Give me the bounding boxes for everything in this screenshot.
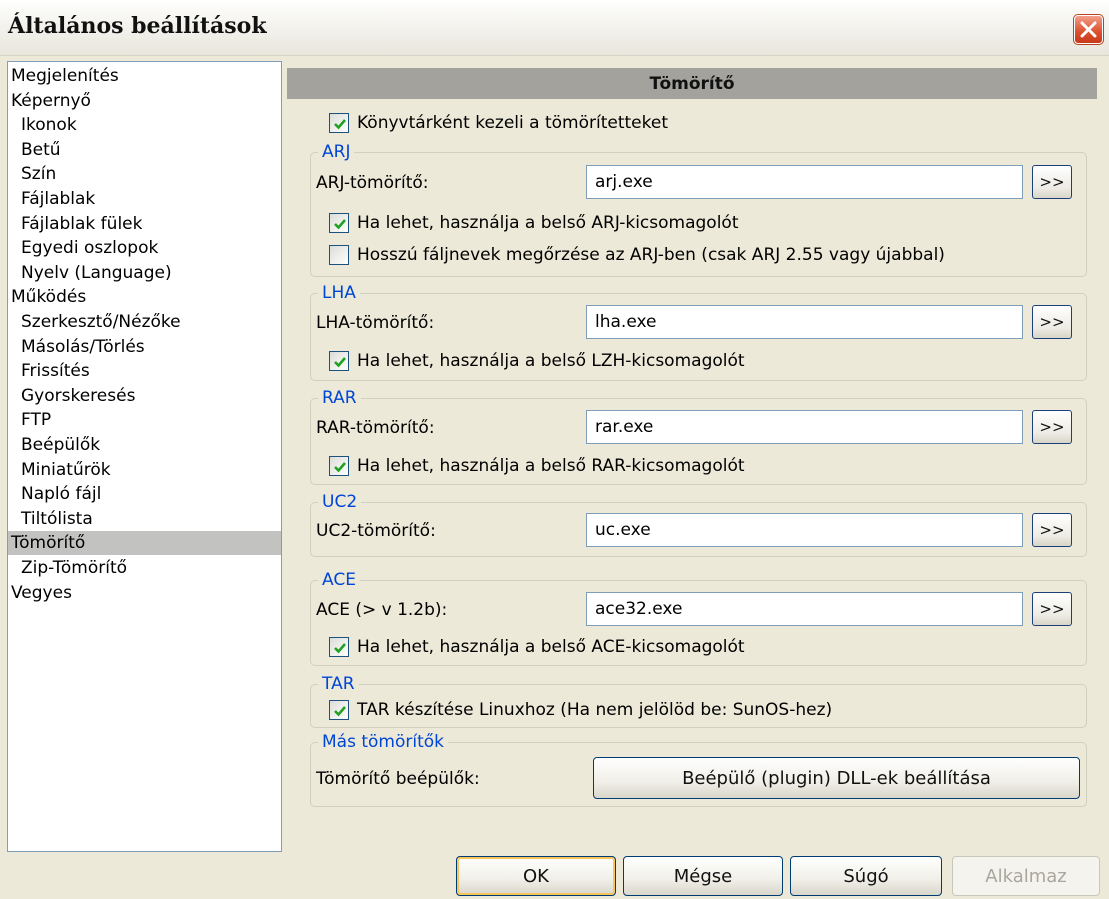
- tar-group-title: TAR: [318, 674, 359, 694]
- help-button[interactable]: Súgó: [790, 856, 942, 896]
- checkbox-label: Ha lehet, használja a belső LZH-kicsomag…: [357, 351, 745, 371]
- arj-packer-label: ARJ-tömörítő:: [316, 173, 429, 193]
- tree-item[interactable]: Megjelenítés: [8, 64, 281, 88]
- tree-item[interactable]: Nyelv (Language): [8, 261, 281, 285]
- rar-packer-label: RAR-tömörítő:: [316, 418, 435, 438]
- ace-internal-unpacker-checkbox[interactable]: Ha lehet, használja a belső ACE-kicsomag…: [329, 637, 745, 657]
- tree-item[interactable]: Szerkesztő/Nézőke: [8, 310, 281, 334]
- rar-browse-button[interactable]: >>: [1032, 410, 1072, 444]
- uc2-packer-input[interactable]: uc.exe: [586, 513, 1023, 547]
- tar-linux-checkbox[interactable]: TAR készítése Linuxhoz (Ha nem jelölöd b…: [329, 700, 832, 720]
- tree-item[interactable]: Napló fájl: [8, 482, 281, 506]
- close-button[interactable]: [1073, 14, 1104, 45]
- tree-item[interactable]: Beépülők: [8, 433, 281, 457]
- lha-browse-button[interactable]: >>: [1032, 305, 1072, 339]
- check-icon: [334, 643, 346, 654]
- tree-item[interactable]: Gyorskeresés: [8, 384, 281, 408]
- arj-internal-unpacker-checkbox[interactable]: Ha lehet, használja a belső ARJ-kicsomag…: [329, 213, 739, 233]
- checkbox-box[interactable]: [329, 456, 349, 476]
- lha-packer-input[interactable]: lha.exe: [586, 305, 1023, 339]
- checkbox-box[interactable]: [329, 351, 349, 371]
- checkbox-box[interactable]: [329, 113, 349, 133]
- ace-packer-label: ACE (> v 1.2b):: [316, 600, 448, 620]
- arj-browse-button[interactable]: >>: [1032, 165, 1072, 199]
- tree-item[interactable]: Fájlablak fülek: [8, 212, 281, 236]
- close-icon: [1080, 21, 1097, 38]
- tree-item[interactable]: Tiltólista: [8, 507, 281, 531]
- checkbox-box[interactable]: [329, 245, 349, 265]
- title-bar: Általános beállítások: [0, 0, 1109, 56]
- tree-item[interactable]: Tömörítő: [8, 531, 281, 556]
- tree-item[interactable]: FTP: [8, 408, 281, 432]
- checkbox-label: Ha lehet, használja a belső RAR-kicsomag…: [357, 456, 745, 476]
- tree-item[interactable]: Ikonok: [8, 113, 281, 137]
- checkbox-label: TAR készítése Linuxhoz (Ha nem jelölöd b…: [357, 700, 833, 720]
- rar-group-title: RAR: [318, 388, 361, 408]
- treat-archives-as-dirs-checkbox[interactable]: Könyvtárként kezeli a tömörítetteket: [329, 113, 668, 133]
- tree-item[interactable]: Másolás/Törlés: [8, 335, 281, 359]
- rar-packer-input[interactable]: rar.exe: [586, 410, 1023, 444]
- settings-tree[interactable]: Megjelenítés Képernyő Ikonok Betű Szín Fájlab…: [7, 61, 282, 852]
- tree-item[interactable]: Vegyes: [8, 581, 281, 605]
- lha-packer-label: LHA-tömörítő:: [316, 313, 435, 333]
- ace-group-title: ACE: [318, 570, 360, 590]
- ace-browse-button[interactable]: >>: [1032, 592, 1072, 626]
- tree-item[interactable]: Frissítés: [8, 359, 281, 383]
- ok-button[interactable]: OK: [456, 856, 616, 896]
- checkbox-box[interactable]: [329, 213, 349, 233]
- apply-button: Alkalmaz: [952, 856, 1100, 896]
- other-packers-group-title: Más tömörítők: [318, 732, 448, 752]
- tree-item[interactable]: Betű: [8, 138, 281, 162]
- checkbox-box[interactable]: [329, 637, 349, 657]
- configure-plugins-button[interactable]: Beépülő (plugin) DLL-ek beállítása: [593, 757, 1080, 799]
- arj-packer-input[interactable]: arj.exe: [586, 165, 1023, 199]
- check-icon: [334, 706, 346, 717]
- tree-item[interactable]: Fájlablak: [8, 187, 281, 211]
- checkbox-label: Ha lehet, használja a belső ARJ-kicsomag…: [357, 213, 739, 233]
- window-title: Általános beállítások: [8, 13, 267, 39]
- tree-item[interactable]: Képernyő: [8, 89, 281, 113]
- check-icon: [334, 357, 346, 368]
- arj-group-title: ARJ: [318, 142, 355, 162]
- tree-item[interactable]: Szín: [8, 162, 281, 186]
- tree-item[interactable]: Miniatűrök: [8, 458, 281, 482]
- cancel-button[interactable]: Mégse: [623, 856, 783, 896]
- check-icon: [334, 219, 346, 230]
- checkbox-box[interactable]: [329, 700, 349, 720]
- checkbox-label: Ha lehet, használja a belső ACE-kicsomag…: [357, 637, 745, 657]
- uc2-packer-label: UC2-tömörítő:: [316, 521, 436, 541]
- packer-plugins-label: Tömörítő beépülők:: [316, 769, 480, 789]
- tree-item[interactable]: Zip-Tömörítő: [8, 556, 281, 580]
- panel-title: Tömörítő: [287, 68, 1097, 99]
- uc2-browse-button[interactable]: >>: [1032, 513, 1072, 547]
- uc2-group-title: UC2: [318, 492, 362, 512]
- ace-packer-input[interactable]: ace32.exe: [586, 592, 1023, 626]
- lha-internal-unpacker-checkbox[interactable]: Ha lehet, használja a belső LZH-kicsomag…: [329, 351, 745, 371]
- checkbox-label: Könyvtárként kezeli a tömörítetteket: [357, 113, 668, 133]
- tree-item[interactable]: Egyedi oszlopok: [8, 236, 281, 260]
- check-icon: [334, 462, 346, 473]
- rar-internal-unpacker-checkbox[interactable]: Ha lehet, használja a belső RAR-kicsomag…: [329, 456, 745, 476]
- arj-long-names-checkbox[interactable]: Hosszú fáljnevek megőrzése az ARJ-ben (c…: [329, 245, 945, 265]
- checkbox-label: Hosszú fáljnevek megőrzése az ARJ-ben (c…: [357, 245, 945, 265]
- lha-group-title: LHA: [318, 283, 360, 303]
- tree-item[interactable]: Működés: [8, 285, 281, 309]
- check-icon: [334, 119, 346, 130]
